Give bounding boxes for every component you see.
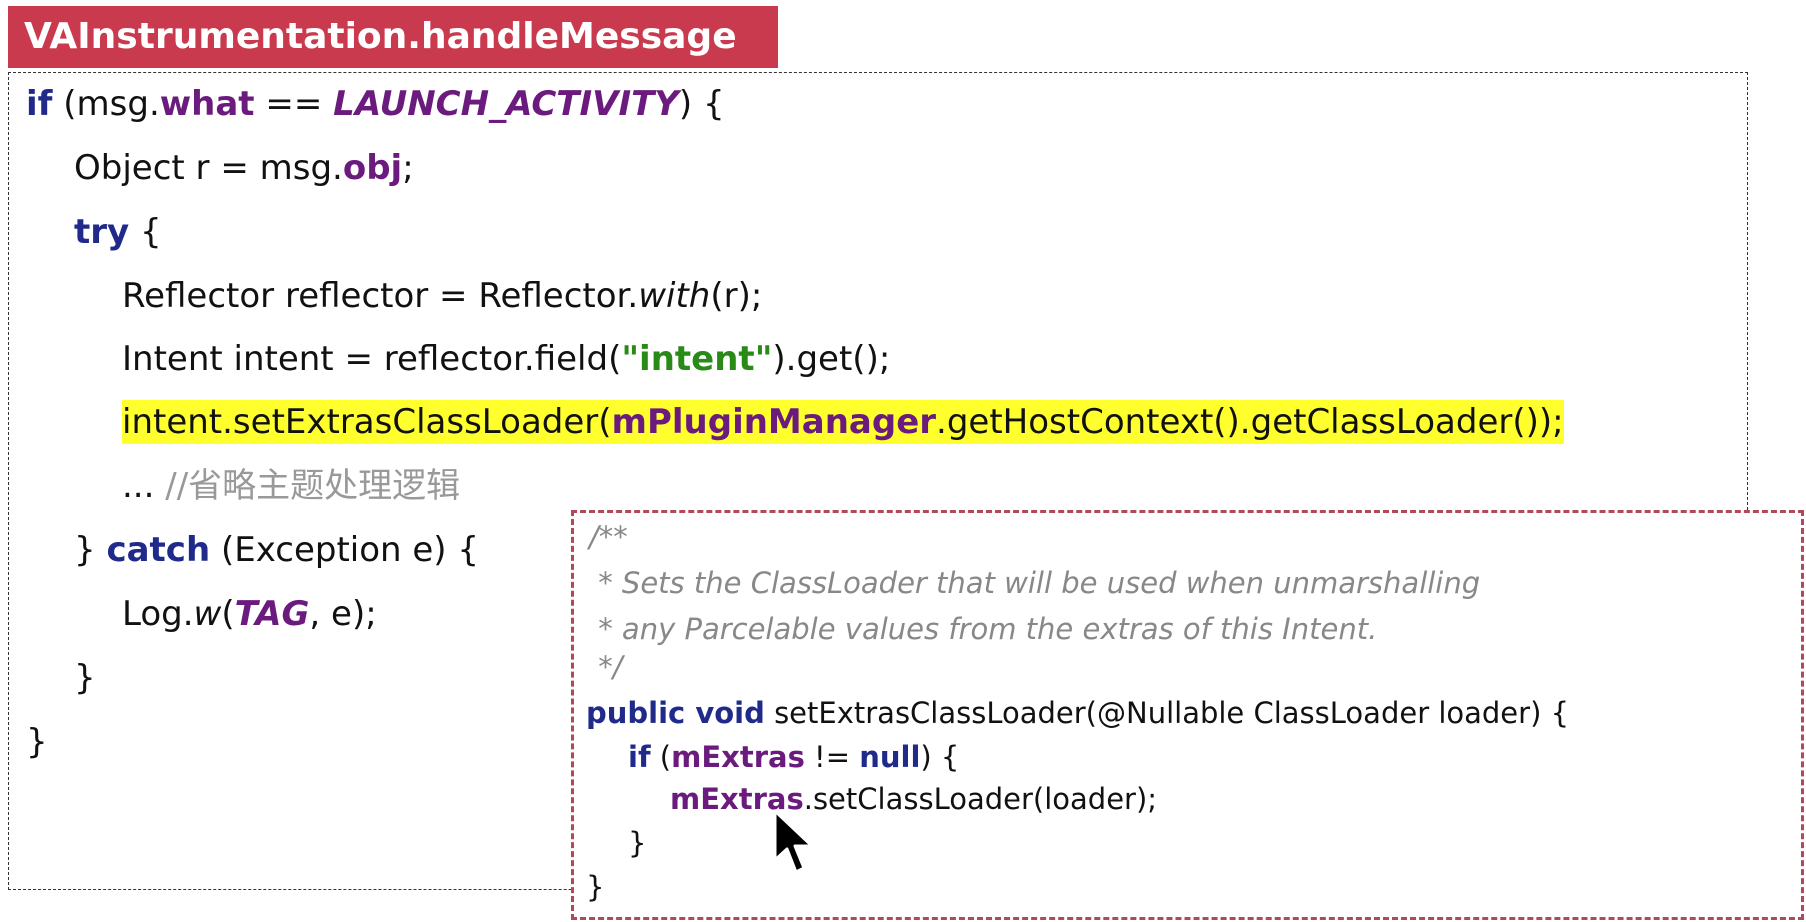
keyword-public-void: public void (586, 696, 765, 730)
code-line-10: } (74, 658, 96, 698)
field-mpluginmanager: mPluginManager (611, 402, 937, 442)
method-with: with (638, 276, 711, 316)
code-line-4: Reflector reflector = Reflector.with(r); (122, 274, 762, 318)
code-line-2: Object r = msg.obj; (74, 146, 414, 190)
mouse-pointer-icon (773, 809, 814, 874)
method-w: w (193, 594, 222, 634)
field-obj: obj (342, 148, 403, 188)
javadoc-line-2: * Sets the ClassLoader that will be used… (589, 566, 1481, 600)
code-text: .getHostContext().getClassLoader()); (936, 402, 1564, 442)
keyword-null: null (859, 740, 921, 774)
code-line-3: try { (74, 210, 162, 254)
code-text: Log. (122, 594, 194, 634)
code-text: ( (221, 594, 235, 634)
code-text: intent.setExtrasClassLoader( (122, 402, 612, 442)
code-text: .setClassLoader(loader); (803, 782, 1158, 816)
code-line-9: Log.w(TAG, e); (122, 592, 377, 636)
popup-line-4: } (628, 826, 647, 860)
javadoc-line-1: /** (589, 520, 628, 554)
slide-title: VAInstrumentation.handleMessage (8, 6, 778, 68)
code-text: Intent intent = reflector.field( (122, 339, 622, 379)
code-text: , e); (309, 594, 377, 634)
code-line-8: } catch (Exception e) { (74, 528, 479, 572)
keyword-catch: catch (106, 530, 211, 570)
code-line-11: } (26, 722, 48, 762)
code-text: (Exception e) { (210, 530, 480, 570)
code-text: ) { (678, 84, 725, 124)
popup-line-1: public void setExtrasClassLoader(@Nullab… (586, 694, 1569, 732)
popup-line-5: } (586, 870, 605, 904)
keyword-try: try (74, 212, 130, 252)
code-line-1: if (msg.what == LAUNCH_ACTIVITY) { (26, 82, 725, 126)
popup-line-3: mExtras.setClassLoader(loader); (670, 780, 1157, 818)
javadoc-line-4: */ (589, 650, 623, 684)
javadoc-line-3: * any Parcelable values from the extras … (589, 612, 1378, 646)
code-line-7: ... //省略主题处理逻辑 (122, 464, 460, 508)
constant-tag: TAG (234, 594, 310, 634)
code-line-6-highlighted: intent.setExtrasClassLoader(mPluginManag… (122, 400, 1564, 444)
keyword-if: if (26, 84, 53, 124)
code-text: != (804, 740, 860, 774)
code-text: ; (402, 148, 414, 188)
field-what: what (159, 84, 255, 124)
code-comment: //省略主题处理逻辑 (165, 466, 461, 506)
code-text: ... (122, 466, 166, 506)
keyword-if: if (628, 740, 651, 774)
code-text: ) { (920, 740, 960, 774)
code-text: } (74, 530, 107, 570)
code-text: (r); (710, 276, 763, 316)
code-text: setExtrasClassLoader(@Nullable ClassLoad… (764, 696, 1570, 730)
code-text: (msg. (52, 84, 160, 124)
code-text: == (254, 84, 334, 124)
popup-line-2: if (mExtras != null) { (628, 738, 959, 776)
string-intent: "intent" (621, 339, 773, 379)
code-text: ( (650, 740, 672, 774)
code-text: Reflector reflector = Reflector. (122, 276, 639, 316)
code-text: ).get(); (772, 339, 891, 379)
code-text: Object r = msg. (74, 148, 343, 188)
field-mextras: mExtras (671, 740, 805, 774)
code-text: { (129, 212, 162, 252)
code-line-5: Intent intent = reflector.field("intent"… (122, 337, 890, 381)
constant-launch-activity: LAUNCH_ACTIVITY (333, 84, 679, 124)
